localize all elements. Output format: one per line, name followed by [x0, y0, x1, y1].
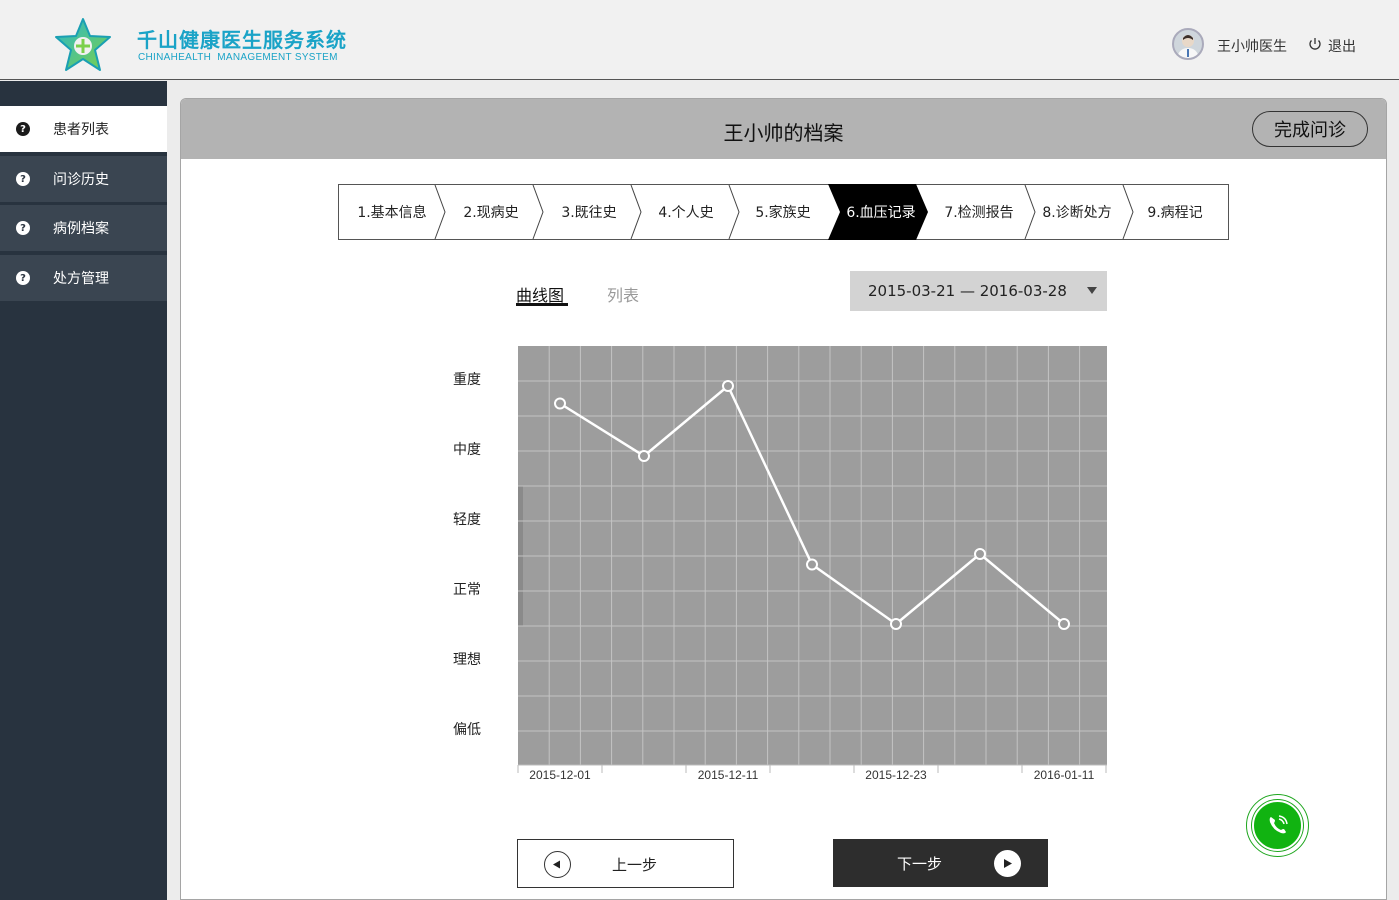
- date-range-value: 2015-03-21 — 2016-03-28: [868, 282, 1067, 300]
- data-point: [554, 397, 566, 410]
- x-tick-label: 2015-12-01: [529, 768, 591, 782]
- y-axis-label: 中度: [453, 442, 481, 458]
- phone-icon: [1269, 815, 1288, 834]
- panel-header: 王小帅的档案 完成问诊: [181, 99, 1386, 159]
- blood-pressure-chart: 偏低 理想 正常 轻度 中度 重度 2015-12-01 2015-12-11 2015-12-…: [453, 346, 1107, 782]
- sidebar-item-label: 患者列表: [53, 122, 109, 138]
- data-point: [638, 450, 650, 462]
- sidebar: ? 患者列表 ? 问诊历史 ? 病例档案 ? 处方管理: [0, 81, 167, 900]
- date-range-select[interactable]: 2015-03-21 — 2016-03-28: [850, 271, 1107, 311]
- sidebar-item-label: 处方管理: [53, 271, 109, 287]
- arrow-right-icon: [994, 850, 1021, 877]
- prev-step-button[interactable]: 上一步: [517, 839, 734, 888]
- tab-underline: [516, 303, 568, 306]
- help-icon: ?: [16, 271, 30, 285]
- brand-title: 千山健康医生服务系统: [137, 28, 347, 52]
- y-axis-label: 轻度: [453, 512, 481, 528]
- tab-list[interactable]: 列表: [607, 282, 639, 306]
- sidebar-item-patient-list[interactable]: ? 患者列表: [0, 106, 167, 152]
- logout-link[interactable]: 退出: [1328, 36, 1356, 56]
- y-axis-label: 重度: [453, 372, 481, 388]
- sidebar-item-case-records[interactable]: ? 病例档案: [0, 205, 167, 251]
- help-icon: ?: [16, 172, 30, 186]
- x-tick-label: 2016-01-11: [1034, 768, 1095, 782]
- step-separators: [434, 185, 1134, 240]
- step-navigation: 1.基本信息 2.现病史 3.既往史 4.个人史 5.家族史 6.血压记录 7.…: [338, 184, 1229, 240]
- data-point: [974, 548, 986, 560]
- sidebar-item-prescriptions[interactable]: ? 处方管理: [0, 255, 167, 301]
- y-axis-label: 理想: [453, 652, 481, 668]
- data-point: [722, 380, 734, 392]
- y-axis-label: 偏低: [453, 722, 481, 738]
- x-tick-label: 2015-12-11: [698, 768, 759, 782]
- call-button[interactable]: [1246, 794, 1309, 857]
- prev-step-label: 上一步: [612, 856, 658, 874]
- help-icon: ?: [16, 221, 30, 235]
- data-point: [890, 618, 902, 630]
- chevron-down-icon: [1087, 287, 1097, 294]
- x-tick-label: 2015-12-23: [865, 768, 927, 782]
- phone-icon-bg: [1252, 800, 1303, 851]
- logo-star-icon: [55, 18, 111, 71]
- sidebar-item-label: 问诊历史: [53, 172, 109, 188]
- y-axis-label: 正常: [453, 582, 481, 598]
- next-step-label: 下一步: [897, 855, 943, 873]
- sidebar-item-label: 病例档案: [53, 221, 109, 237]
- avatar-image-icon: [1177, 35, 1199, 58]
- data-point: [806, 558, 818, 571]
- user-name: 王小帅医生: [1217, 39, 1287, 55]
- data-point: [1058, 618, 1070, 630]
- avatar[interactable]: [1172, 28, 1204, 60]
- power-icon[interactable]: [1307, 36, 1323, 52]
- next-step-button[interactable]: 下一步: [833, 839, 1048, 887]
- brand-subtitle: CHINAHEALTH MANAGEMENT SYSTEM: [138, 52, 338, 63]
- finish-consultation-button[interactable]: 完成问诊: [1252, 111, 1368, 147]
- sidebar-item-consult-history[interactable]: ? 问诊历史: [0, 156, 167, 202]
- page-title: 王小帅的档案: [723, 121, 844, 145]
- app-header: 千山健康医生服务系统 CHINAHEALTH MANAGEMENT SYSTEM…: [0, 0, 1399, 80]
- help-icon: ?: [16, 122, 30, 136]
- arrow-left-icon: [544, 851, 571, 878]
